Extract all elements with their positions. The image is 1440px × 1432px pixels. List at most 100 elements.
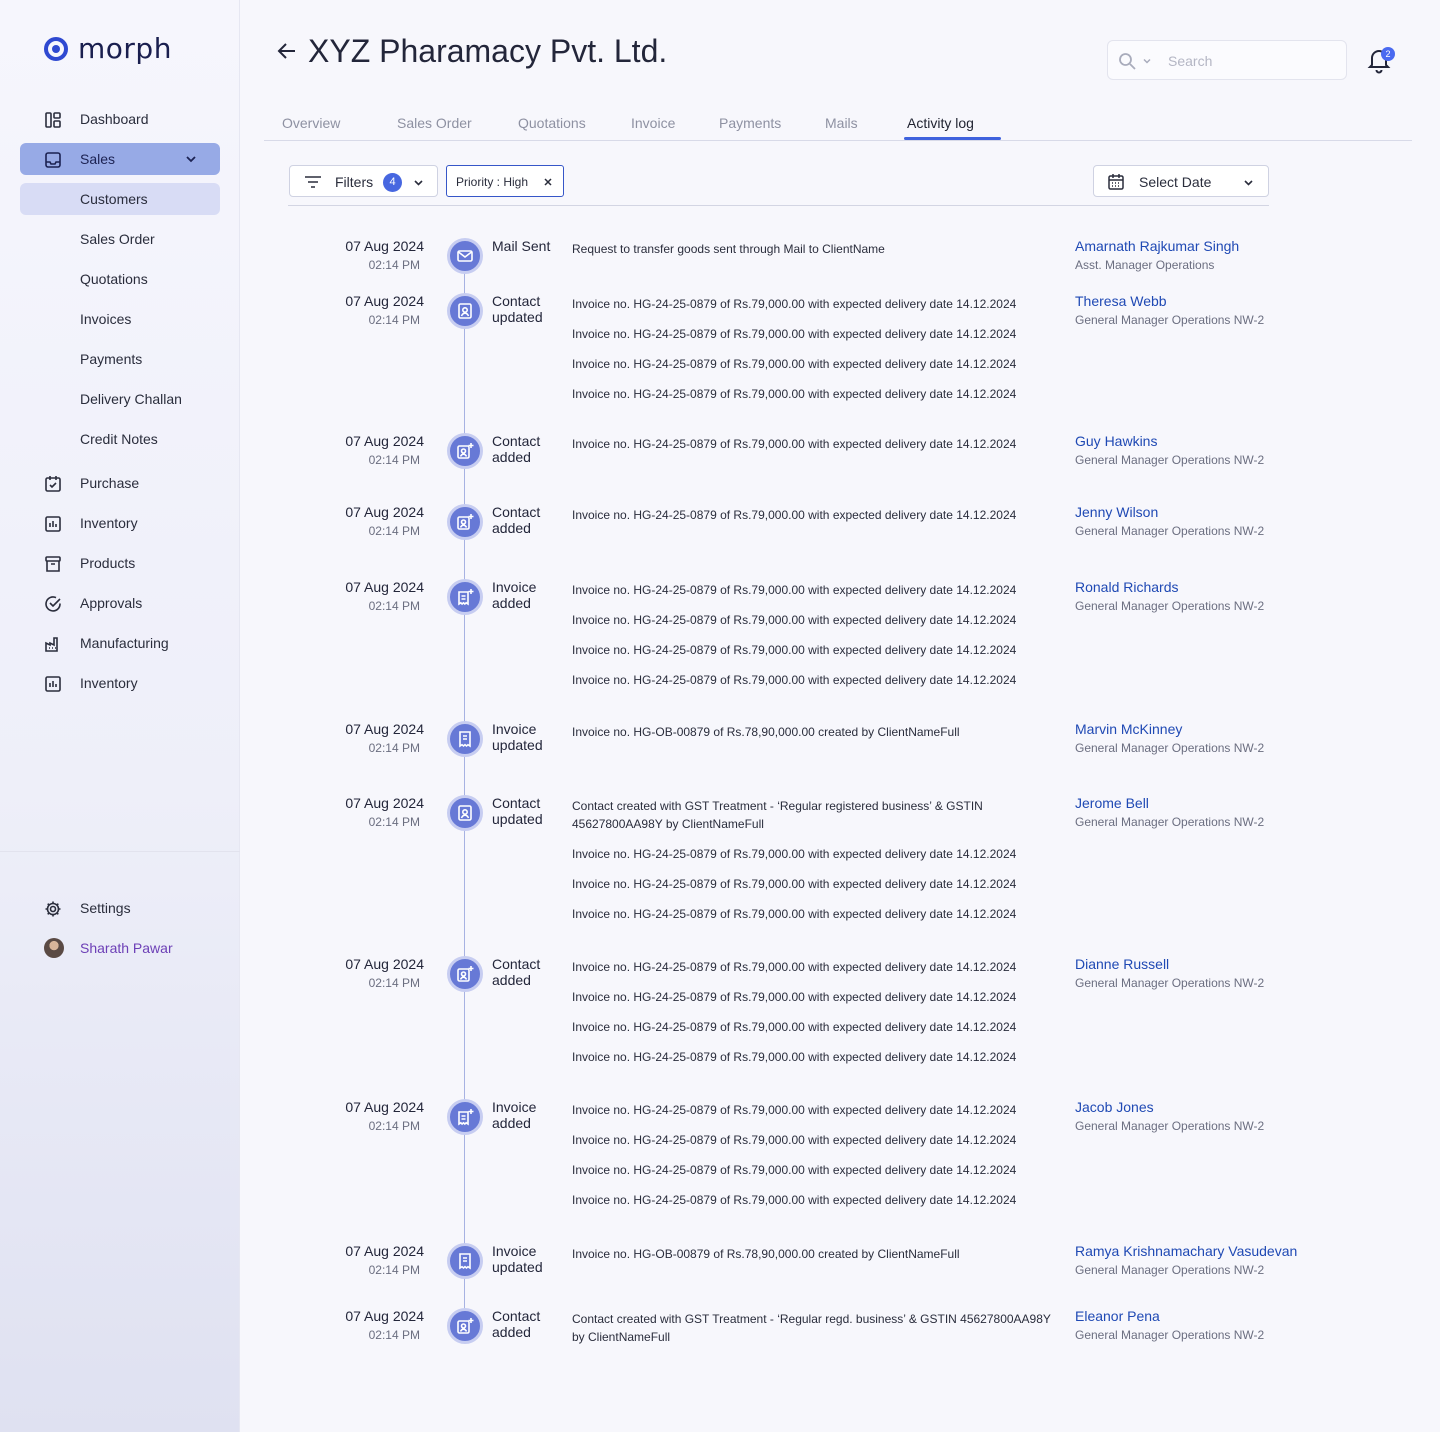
activity-user-link[interactable]: Eleanor Pena (1075, 1308, 1160, 1324)
search-icon (1119, 53, 1136, 70)
sidebar-item-label: Credit Notes (80, 431, 158, 447)
activity-type: Contact added (492, 956, 541, 988)
close-icon[interactable] (542, 176, 554, 188)
chart-box-icon (45, 516, 61, 532)
sidebar-item-label: Manufacturing (80, 635, 169, 651)
active-tab-indicator (904, 137, 1001, 140)
tabs: Overview Sales Order Quotations Invoice … (264, 104, 1412, 141)
activity-message: Invoice no. HG-24-25-0879 of Rs.79,000.0… (572, 990, 1017, 1004)
activity-messages: Contact created with GST Treatment - ‘Re… (572, 797, 1052, 935)
search-input[interactable] (1168, 50, 1338, 72)
tab-sales-order[interactable]: Sales Order (397, 115, 472, 131)
activity-messages: Invoice no. HG-24-25-0879 of Rs.79,000.0… (572, 958, 1052, 1078)
activity-message: Invoice no. HG-24-25-0879 of Rs.79,000.0… (572, 1103, 1017, 1117)
chart-box-icon (45, 676, 61, 692)
sidebar: morph Dashboard Sales Customers Sales Or… (0, 0, 240, 1432)
activity-time: 02:14 PM (368, 599, 420, 613)
tab-mails[interactable]: Mails (825, 115, 858, 131)
sidebar-item-label: Sales (80, 151, 116, 167)
contact-icon (447, 795, 483, 831)
activity-user-link[interactable]: Theresa Webb (1075, 293, 1167, 309)
notification-badge: 2 (1381, 47, 1395, 61)
sidebar-item-delivery-challan[interactable]: Delivery Challan (20, 383, 220, 415)
tab-activity-log[interactable]: Activity log (907, 115, 974, 131)
brand-logo[interactable]: morph (44, 32, 172, 65)
sidebar-item-purchase[interactable]: Purchase (20, 467, 220, 499)
activity-user-link[interactable]: Marvin McKinney (1075, 721, 1182, 737)
activity-messages: Invoice no. HG-OB-00879 of Rs.78,90,000.… (572, 723, 1052, 753)
tab-invoice[interactable]: Invoice (631, 115, 675, 131)
sidebar-item-products[interactable]: Products (20, 547, 220, 579)
sidebar-item-credit-notes[interactable]: Credit Notes (20, 423, 220, 455)
activity-message: Invoice no. HG-OB-00879 of Rs.78,90,000.… (572, 725, 960, 739)
inbox-icon (45, 152, 61, 168)
activity-date: 07 Aug 2024 (345, 433, 424, 449)
activity-messages: Contact created with GST Treatment - ‘Re… (572, 1310, 1052, 1358)
sidebar-item-payments[interactable]: Payments (20, 343, 220, 375)
sidebar-item-customers[interactable]: Customers (20, 183, 220, 215)
purchase-icon (45, 476, 61, 492)
sidebar-item-settings[interactable]: Settings (20, 892, 220, 924)
activity-user-link[interactable]: Jerome Bell (1075, 795, 1149, 811)
check-circle-icon (45, 596, 61, 612)
contact-add-icon (447, 433, 483, 469)
sidebar-item-inventory-2[interactable]: Inventory (20, 667, 220, 699)
activity-messages: Invoice no. HG-24-25-0879 of Rs.79,000.0… (572, 295, 1052, 415)
activity-messages: Invoice no. HG-24-25-0879 of Rs.79,000.0… (572, 506, 1052, 536)
priority-filter-chip[interactable]: Priority : High (446, 165, 564, 197)
activity-user-role: General Manager Operations NW-2 (1075, 313, 1265, 327)
activity-type: Contact updated (492, 795, 543, 827)
activity-user-link[interactable]: Amarnath Rajkumar Singh (1075, 238, 1239, 254)
sidebar-item-quotations[interactable]: Quotations (20, 263, 220, 295)
activity-user-link[interactable]: Jenny Wilson (1075, 504, 1158, 520)
activity-message: Invoice no. HG-24-25-0879 of Rs.79,000.0… (572, 583, 1017, 597)
filters-button[interactable]: Filters 4 (289, 165, 438, 197)
activity-message: Invoice no. HG-24-25-0879 of Rs.79,000.0… (572, 297, 1017, 311)
activity-messages: Request to transfer goods sent through M… (572, 240, 1052, 270)
activity-user-link[interactable]: Guy Hawkins (1075, 433, 1157, 449)
sidebar-item-sales-order[interactable]: Sales Order (20, 223, 220, 255)
sidebar-item-inventory[interactable]: Inventory (20, 507, 220, 539)
tab-overview[interactable]: Overview (282, 115, 340, 131)
sidebar-item-dashboard[interactable]: Dashboard (20, 103, 220, 135)
sidebar-item-manufacturing[interactable]: Manufacturing (20, 627, 220, 659)
sidebar-item-label: Purchase (80, 475, 140, 491)
activity-user-link[interactable]: Jacob Jones (1075, 1099, 1154, 1115)
invoice-icon (447, 1243, 483, 1279)
chevron-down-icon (1244, 180, 1253, 186)
sidebar-item-label: Inventory (80, 675, 138, 691)
tab-payments[interactable]: Payments (719, 115, 781, 131)
chip-label: Priority : High (456, 175, 529, 189)
filter-divider (288, 205, 1269, 206)
activity-user-link[interactable]: Ramya Krishnamachary Vasudevan (1075, 1243, 1297, 1259)
activity-user-link[interactable]: Ronald Richards (1075, 579, 1179, 595)
activity-time: 02:14 PM (368, 258, 420, 272)
sidebar-item-label: Delivery Challan (80, 391, 182, 407)
activity-type: Invoice updated (492, 1243, 543, 1275)
activity-type: Mail Sent (492, 238, 551, 254)
user-profile[interactable]: Sharath Pawar (20, 932, 220, 964)
activity-message: Contact created with GST Treatment - ‘Re… (572, 1312, 1051, 1344)
mail-icon (447, 238, 483, 274)
activity-type: Invoice added (492, 1099, 537, 1131)
activity-user-link[interactable]: Dianne Russell (1075, 956, 1169, 972)
select-date-button[interactable]: Select Date (1093, 165, 1269, 197)
sidebar-divider (0, 851, 240, 852)
activity-user-role: General Manager Operations NW-2 (1075, 599, 1265, 613)
activity-message: Invoice no. HG-24-25-0879 of Rs.79,000.0… (572, 1020, 1017, 1034)
sidebar-item-approvals[interactable]: Approvals (20, 587, 220, 619)
activity-message: Invoice no. HG-24-25-0879 of Rs.79,000.0… (572, 357, 1017, 371)
activity-message: Invoice no. HG-24-25-0879 of Rs.79,000.0… (572, 437, 1017, 451)
activity-user-role: General Manager Operations NW-2 (1075, 1119, 1265, 1133)
back-arrow-icon[interactable] (276, 40, 298, 62)
chevron-down-icon (186, 156, 196, 163)
page-title: XYZ Pharamacy Pvt. Ltd. (308, 33, 668, 69)
sidebar-item-invoices[interactable]: Invoices (20, 303, 220, 335)
chevron-down-icon[interactable] (1142, 56, 1152, 66)
filter-icon (305, 176, 321, 188)
activity-message: Invoice no. HG-24-25-0879 of Rs.79,000.0… (572, 613, 1017, 627)
sidebar-item-sales[interactable]: Sales (20, 143, 220, 175)
search-box[interactable] (1107, 40, 1347, 80)
activity-time: 02:14 PM (368, 1263, 420, 1277)
tab-quotations[interactable]: Quotations (518, 115, 586, 131)
